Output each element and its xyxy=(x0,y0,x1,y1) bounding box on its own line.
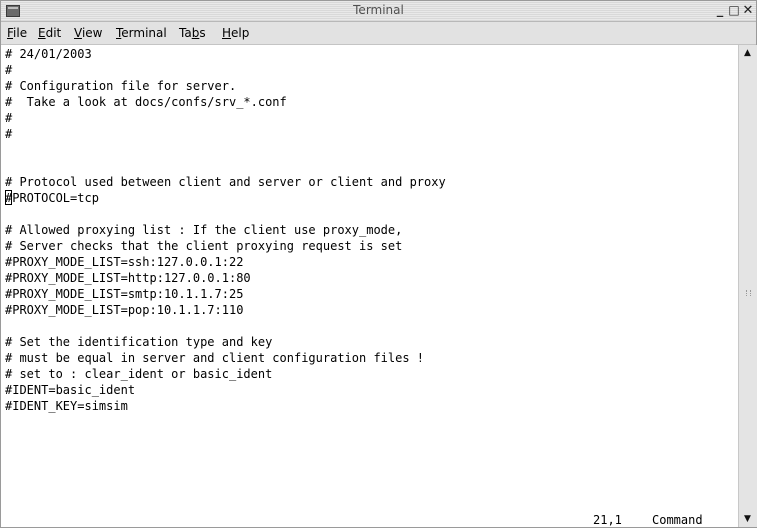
terminal-line: #IDENT=basic_ident xyxy=(5,382,135,398)
terminal-line: # 24/01/2003 xyxy=(5,46,92,62)
terminal-line: #IDENT_KEY=simsim xyxy=(5,398,128,414)
menu-help[interactable]: Help xyxy=(222,26,249,40)
terminal-line-text: #PROXY_MODE_LIST=ssh:127.0.0.1:22 xyxy=(5,255,244,269)
terminal-line-text: # xyxy=(5,63,13,77)
terminal-line: # xyxy=(5,110,12,126)
terminal-line-text: #PROXY_MODE_LIST=http:127.0.0.1:80 xyxy=(5,271,251,285)
vertical-scrollbar[interactable]: ▲ ▼ xyxy=(738,45,757,527)
terminal-line: #PROXY_MODE_LIST=http:127.0.0.1:80 xyxy=(5,270,251,286)
status-position: 21,1 xyxy=(593,513,622,527)
terminal-line: # Allowed proxying list : If the client … xyxy=(5,222,402,238)
menu-bar: File Edit View Terminal Tabs Help xyxy=(1,22,756,45)
terminal-line-text: # xyxy=(5,127,13,141)
menu-tabs[interactable]: Tabs xyxy=(179,26,206,40)
terminal-line: # Protocol used between client and serve… xyxy=(5,174,446,190)
scroll-down-arrow-icon[interactable]: ▼ xyxy=(739,511,756,527)
menu-edit[interactable]: Edit xyxy=(38,26,61,40)
terminal-line-text: # set to : clear_ident or basic_ident xyxy=(5,367,273,381)
terminal-line-text: # Take a look at docs/confs/srv_*.conf xyxy=(5,95,287,109)
terminal-line-text: # Server checks that the client proxying… xyxy=(5,239,403,253)
terminal-line: # xyxy=(5,126,12,142)
terminal-line-text: # Allowed proxying list : If the client … xyxy=(5,223,403,237)
menu-view[interactable]: View xyxy=(74,26,102,40)
terminal-window: Terminal _ □ ✕ File Edit View Terminal T… xyxy=(0,0,757,528)
menu-terminal[interactable]: Terminal xyxy=(116,26,167,40)
terminal-line: # set to : clear_ident or basic_ident xyxy=(5,366,272,382)
terminal-line-text: #PROXY_MODE_LIST=pop:10.1.1.7:110 xyxy=(5,303,244,317)
terminal-line-text: # Protocol used between client and serve… xyxy=(5,175,446,189)
status-mode: Command xyxy=(652,513,703,527)
terminal-text-area[interactable]: 21,1 Command # 24/01/2003 # # Configuratio… xyxy=(1,45,738,527)
terminal-line-text: # must be equal in server and client con… xyxy=(5,351,425,365)
terminal-line-text: # Set the identification type and key xyxy=(5,335,273,349)
terminal-line: # Set the identification type and key xyxy=(5,334,272,350)
terminal-line: #PROTOCOL=tcp xyxy=(5,190,99,206)
terminal-line-text: #IDENT=basic_ident xyxy=(5,383,136,397)
terminal-line: # Configuration file for server. xyxy=(5,78,236,94)
menu-file[interactable]: File xyxy=(7,26,27,40)
terminal-line-text: #PROXY_MODE_LIST=smtp:10.1.1.7:25 xyxy=(5,287,244,301)
scrollbar-grip[interactable] xyxy=(746,290,751,296)
terminal-line: # Take a look at docs/confs/srv_*.conf xyxy=(5,94,287,110)
terminal-line: #PROXY_MODE_LIST=pop:10.1.1.7:110 xyxy=(5,302,243,318)
terminal-line: #PROXY_MODE_LIST=ssh:127.0.0.1:22 xyxy=(5,254,243,270)
terminal-line: # must be equal in server and client con… xyxy=(5,350,424,366)
window-title: Terminal xyxy=(353,3,404,17)
maximize-button[interactable]: □ xyxy=(727,2,741,19)
terminal-line-text: #IDENT_KEY=simsim xyxy=(5,399,128,413)
terminal-line: #PROXY_MODE_LIST=smtp:10.1.1.7:25 xyxy=(5,286,243,302)
close-button[interactable]: ✕ xyxy=(741,2,755,19)
scroll-up-arrow-icon[interactable]: ▲ xyxy=(739,45,756,61)
terminal-line: # xyxy=(5,62,12,78)
terminal-line: # Server checks that the client proxying… xyxy=(5,238,402,254)
minimize-button[interactable]: _ xyxy=(713,2,727,19)
terminal-line-text: # xyxy=(5,111,13,125)
terminal-line-text: # 24/01/2003 xyxy=(5,47,92,61)
title-bar[interactable]: Terminal _ □ ✕ xyxy=(1,1,756,22)
terminal-line-text: # Configuration file for server. xyxy=(5,79,237,93)
terminal-line-text: #PROTOCOL=tcp xyxy=(5,191,99,205)
